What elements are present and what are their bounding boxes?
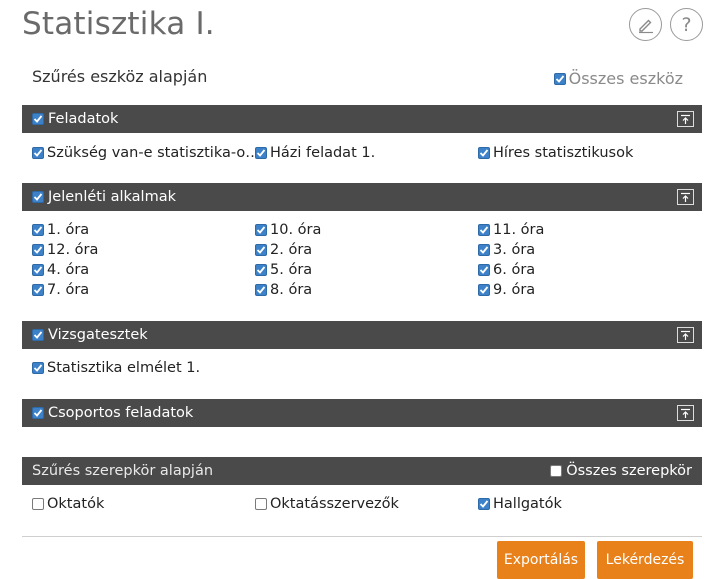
item-checkbox[interactable] xyxy=(255,284,267,296)
section-feladatok-checkbox[interactable] xyxy=(32,113,44,125)
section-feladatok-title: Feladatok xyxy=(48,111,119,127)
item-label: Híres statisztikusok xyxy=(493,145,634,161)
item-label: 11. óra xyxy=(493,222,545,238)
all-tools-checkbox[interactable] xyxy=(553,72,566,85)
all-roles-toggle[interactable]: Összes szerepkör xyxy=(550,463,692,479)
item-label: 7. óra xyxy=(47,282,90,298)
section-vizsgatesztek[interactable]: Vizsgatesztek xyxy=(22,321,702,349)
list-item[interactable]: 7. óra xyxy=(32,282,89,298)
footer-divider xyxy=(22,536,702,537)
section-csoportos-checkbox[interactable] xyxy=(32,407,44,419)
item-label: 2. óra xyxy=(270,242,313,258)
top-actions: ? xyxy=(629,8,703,41)
item-checkbox[interactable] xyxy=(255,224,267,236)
section-vizsgatesztek-checkbox[interactable] xyxy=(32,329,44,341)
edit-button[interactable] xyxy=(629,8,662,41)
collapse-up-icon xyxy=(681,408,690,418)
list-item[interactable]: 11. óra xyxy=(478,222,544,238)
collapse-up-icon xyxy=(681,330,690,340)
item-label: Házi feladat 1. xyxy=(270,145,376,161)
role-checkbox[interactable] xyxy=(478,498,490,510)
page-title: Statisztika I. xyxy=(22,6,215,42)
section-jelenleti-checkbox[interactable] xyxy=(32,191,44,203)
item-label: 6. óra xyxy=(493,262,536,278)
section-jelenleti[interactable]: Jelenléti alkalmak xyxy=(22,183,702,211)
export-button[interactable]: Exportálás xyxy=(497,541,585,579)
collapse-up-icon xyxy=(681,192,690,202)
list-item[interactable]: 2. óra xyxy=(255,242,312,258)
list-item[interactable]: Szükség van-e statisztika-o… xyxy=(32,145,260,161)
item-checkbox[interactable] xyxy=(478,284,490,296)
item-checkbox[interactable] xyxy=(32,284,44,296)
all-tools-toggle[interactable]: Összes eszköz xyxy=(553,69,683,88)
all-roles-label: Összes szerepkör xyxy=(566,463,692,479)
list-item[interactable]: 5. óra xyxy=(255,262,312,278)
role-checkbox[interactable] xyxy=(32,498,44,510)
help-button[interactable]: ? xyxy=(670,8,703,41)
role-label: Hallgatók xyxy=(493,496,562,512)
filter-by-tool-title: Szűrés eszköz alapján xyxy=(32,67,208,86)
item-label: 4. óra xyxy=(47,262,90,278)
item-checkbox[interactable] xyxy=(478,147,490,159)
collapse-jelenleti-button[interactable] xyxy=(677,189,694,205)
section-feladatok[interactable]: Feladatok xyxy=(22,105,702,133)
item-checkbox[interactable] xyxy=(32,362,44,374)
section-vizsgatesztek-title: Vizsgatesztek xyxy=(48,327,148,343)
item-label: 12. óra xyxy=(47,242,99,258)
list-item[interactable]: 12. óra xyxy=(32,242,98,258)
list-item[interactable]: 6. óra xyxy=(478,262,535,278)
role-label: Oktatók xyxy=(47,496,105,512)
item-label: 5. óra xyxy=(270,262,313,278)
section-jelenleti-title: Jelenléti alkalmak xyxy=(48,189,176,205)
role-item[interactable]: Oktatók xyxy=(32,496,104,512)
item-label: 1. óra xyxy=(47,222,90,238)
all-tools-label: Összes eszköz xyxy=(568,69,683,88)
item-label: Szükség van-e statisztika-o… xyxy=(47,145,260,161)
collapse-feladatok-button[interactable] xyxy=(677,111,694,127)
list-item[interactable]: Híres statisztikusok xyxy=(478,145,633,161)
item-checkbox[interactable] xyxy=(478,264,490,276)
item-checkbox[interactable] xyxy=(478,244,490,256)
list-item[interactable]: 8. óra xyxy=(255,282,312,298)
collapse-up-icon xyxy=(681,114,690,124)
item-label: 9. óra xyxy=(493,282,536,298)
item-checkbox[interactable] xyxy=(32,244,44,256)
filter-by-role-title: Szűrés szerepkör alapján xyxy=(32,463,214,479)
section-csoportos-title: Csoportos feladatok xyxy=(48,405,194,421)
query-button[interactable]: Lekérdezés xyxy=(597,541,693,579)
list-item[interactable]: 3. óra xyxy=(478,242,535,258)
item-checkbox[interactable] xyxy=(32,224,44,236)
item-checkbox[interactable] xyxy=(32,264,44,276)
collapse-vizsgatesztek-button[interactable] xyxy=(677,327,694,343)
filter-by-role-bar: Szűrés szerepkör alapján Összes szerepkö… xyxy=(22,457,702,485)
pencil-icon xyxy=(638,19,653,33)
item-label: Statisztika elmélet 1. xyxy=(47,360,201,376)
role-checkbox[interactable] xyxy=(255,498,267,510)
item-checkbox[interactable] xyxy=(255,264,267,276)
item-checkbox[interactable] xyxy=(255,147,267,159)
item-checkbox[interactable] xyxy=(478,224,490,236)
role-label: Oktatásszervezők xyxy=(270,496,399,512)
question-icon: ? xyxy=(681,13,692,36)
section-csoportos[interactable]: Csoportos feladatok xyxy=(22,399,702,427)
role-item[interactable]: Oktatásszervezők xyxy=(255,496,399,512)
item-label: 3. óra xyxy=(493,242,536,258)
item-label: 8. óra xyxy=(270,282,313,298)
all-roles-checkbox[interactable] xyxy=(550,465,563,477)
list-item[interactable]: Statisztika elmélet 1. xyxy=(32,360,200,376)
list-item[interactable]: 1. óra xyxy=(32,222,89,238)
collapse-csoportos-button[interactable] xyxy=(677,405,694,421)
item-label: 10. óra xyxy=(270,222,322,238)
list-item[interactable]: 9. óra xyxy=(478,282,535,298)
list-item[interactable]: 4. óra xyxy=(32,262,89,278)
list-item[interactable]: Házi feladat 1. xyxy=(255,145,375,161)
list-item[interactable]: 10. óra xyxy=(255,222,321,238)
role-item[interactable]: Hallgatók xyxy=(478,496,562,512)
item-checkbox[interactable] xyxy=(255,244,267,256)
item-checkbox[interactable] xyxy=(32,147,44,159)
